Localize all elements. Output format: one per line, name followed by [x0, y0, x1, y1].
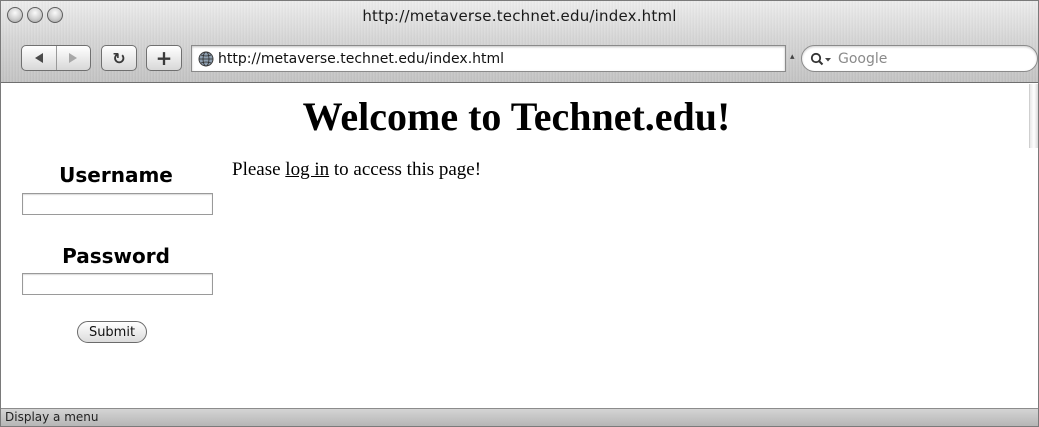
globe-icon: [198, 51, 214, 66]
address-dropdown-icon[interactable]: ▴: [790, 52, 795, 62]
search-placeholder: Google: [838, 50, 888, 67]
password-field[interactable]: [22, 273, 213, 295]
message-prefix: Please: [232, 159, 286, 180]
submit-button[interactable]: Submit: [77, 321, 147, 343]
window-title: http://metaverse.technet.edu/index.html: [362, 7, 677, 25]
reload-icon: ↻: [112, 48, 126, 68]
add-bookmark-button[interactable]: +: [146, 45, 182, 71]
status-bar: Display a menu: [1, 408, 1038, 426]
back-arrow-icon: [34, 53, 43, 63]
back-button[interactable]: [22, 46, 57, 70]
forward-arrow-icon: [69, 53, 78, 63]
search-field[interactable]: Google: [801, 45, 1038, 72]
forward-button[interactable]: [57, 46, 91, 70]
search-icon: [810, 52, 831, 65]
reload-button[interactable]: ↻: [101, 45, 137, 71]
message-suffix: to access this page!: [329, 159, 482, 180]
title-bar: http://metaverse.technet.edu/index.html …: [1, 1, 1038, 83]
username-label: Username: [59, 163, 173, 187]
address-input[interactable]: http://metaverse.technet.edu/index.html: [218, 51, 504, 67]
login-message: Please log in to access this page!: [232, 159, 481, 181]
plus-icon: +: [155, 46, 173, 70]
address-bar[interactable]: http://metaverse.technet.edu/index.html: [191, 45, 786, 72]
username-field[interactable]: [22, 193, 213, 215]
status-text: Display a menu: [5, 410, 99, 424]
browser-window: http://metaverse.technet.edu/index.html …: [0, 0, 1039, 427]
back-forward-buttons[interactable]: [21, 45, 91, 71]
log-in-link[interactable]: log in: [285, 159, 329, 180]
page-heading: Welcome to Technet.edu!: [302, 94, 731, 139]
password-label: Password: [62, 244, 170, 268]
